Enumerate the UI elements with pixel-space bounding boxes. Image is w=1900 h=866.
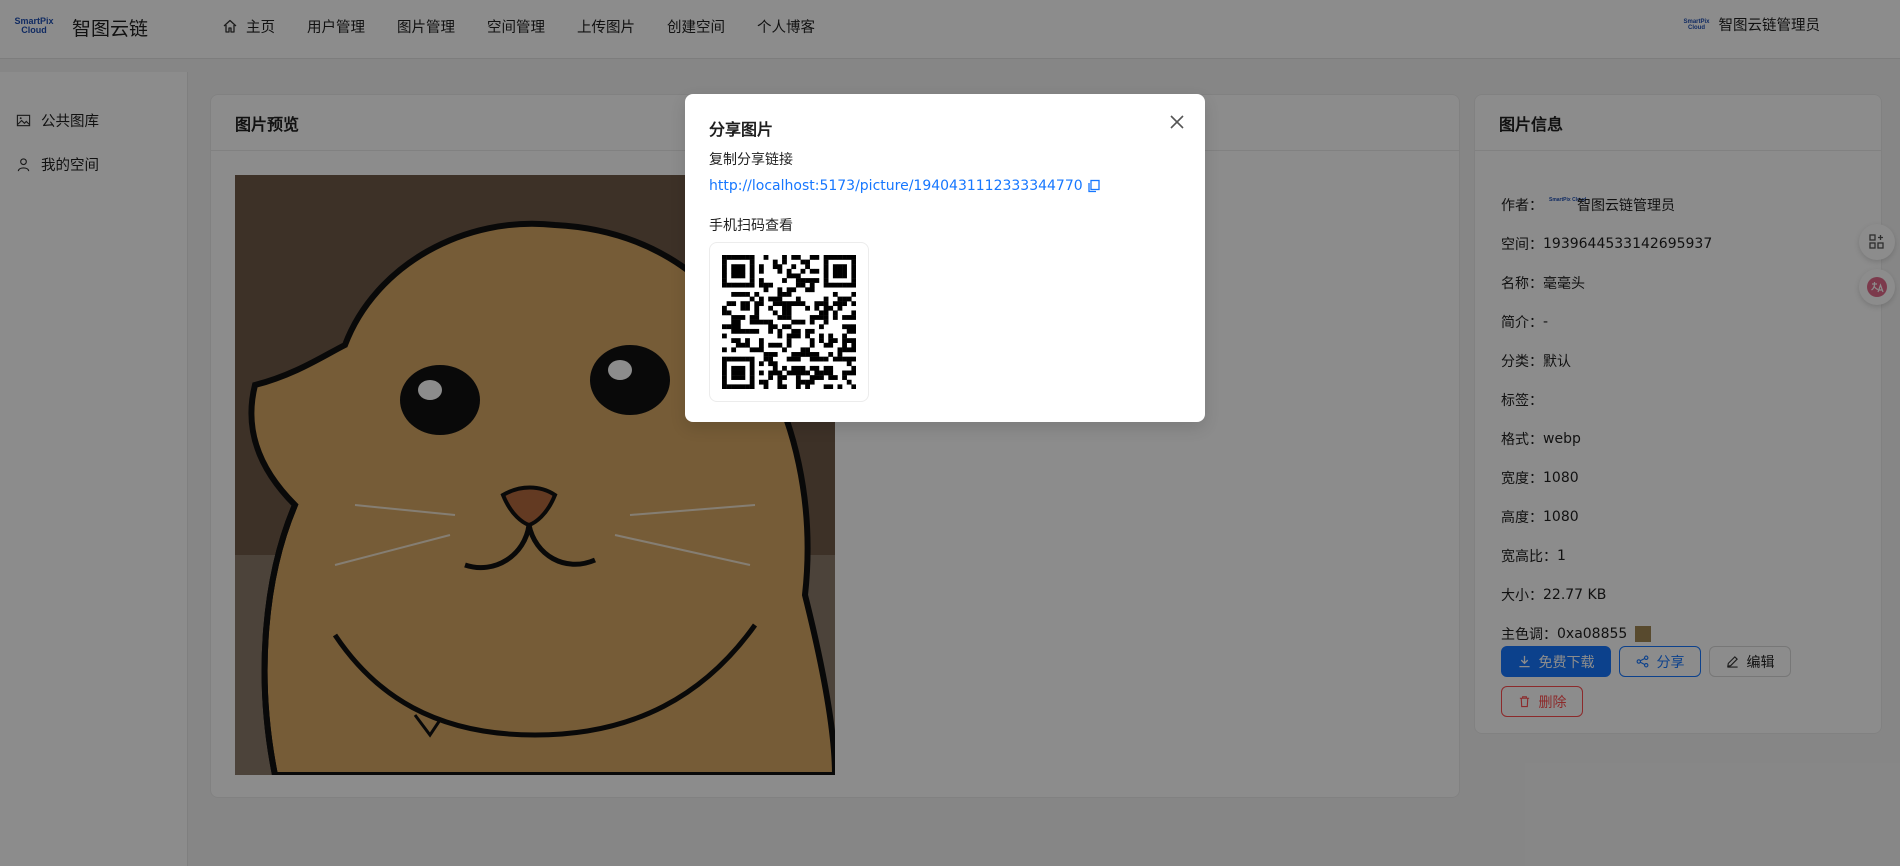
copy-link-label: 复制分享链接 — [709, 152, 793, 168]
copy-icon[interactable] — [1087, 179, 1101, 193]
share-link[interactable]: http://localhost:5173/picture/1940431112… — [709, 178, 1101, 194]
qr-code-image — [722, 255, 857, 390]
close-icon[interactable] — [1167, 112, 1187, 132]
share-modal: 分享图片 复制分享链接 http://localhost:5173/pictur… — [685, 94, 1205, 422]
scan-label: 手机扫码查看 — [709, 218, 793, 234]
share-link-text[interactable]: http://localhost:5173/picture/1940431112… — [709, 178, 1083, 194]
qr-code — [709, 242, 869, 402]
modal-title: 分享图片 — [709, 120, 774, 139]
